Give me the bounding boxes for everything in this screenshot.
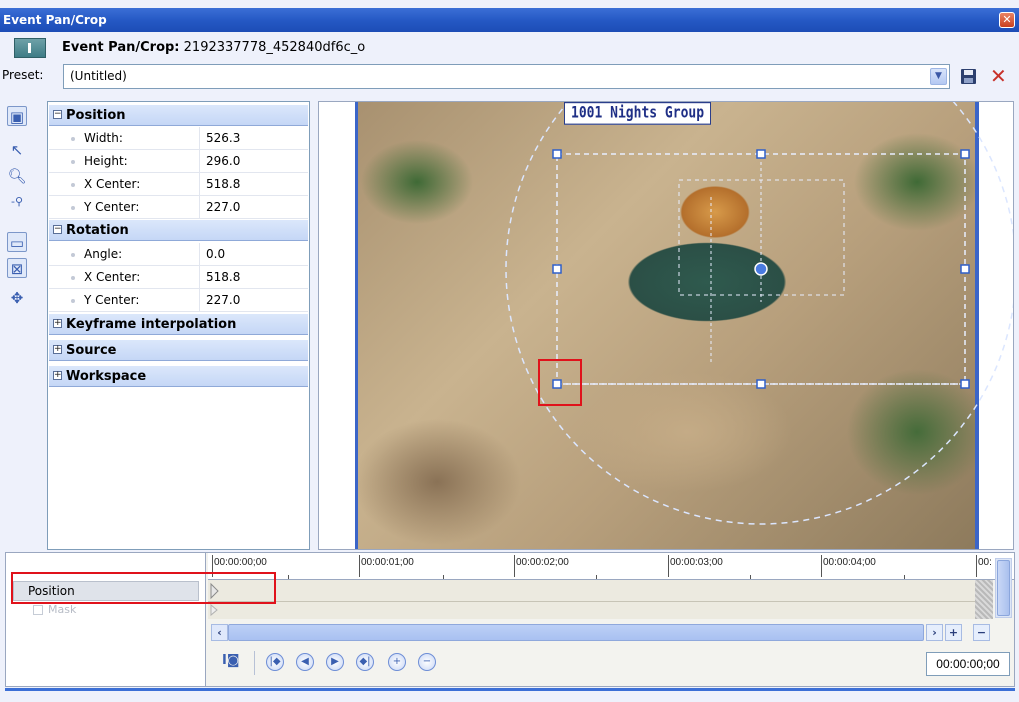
track-mask-label: Mask xyxy=(48,603,77,616)
section-rotation-label: Rotation xyxy=(66,223,129,238)
property-row-width[interactable]: Width: 526.3 xyxy=(49,127,308,150)
expand-icon[interactable]: + xyxy=(53,371,62,380)
first-keyframe-icon[interactable]: |◆ xyxy=(266,653,284,671)
delete-keyframe-icon[interactable]: − xyxy=(418,653,436,671)
collapse-icon[interactable]: − xyxy=(53,225,62,234)
preset-dropdown[interactable]: (Untitled) ▼ xyxy=(63,64,950,89)
property-value[interactable]: 526.3 xyxy=(206,127,240,150)
preview-area[interactable]: 1001 Nights Group xyxy=(318,101,1014,550)
close-button[interactable]: ✕ xyxy=(999,12,1015,28)
event-label-prefix: Event Pan/Crop: xyxy=(62,40,180,55)
normal-edit-tool-icon[interactable]: ▣ xyxy=(7,106,27,126)
section-source[interactable]: + Source xyxy=(49,340,308,361)
property-name: Y Center: xyxy=(84,293,140,307)
section-label: Workspace xyxy=(66,369,147,384)
properties-panel: − Position Width: 526.3 Height: 296.0 X Ce… xyxy=(47,101,310,550)
title-bar: Event Pan/Crop ✕ xyxy=(0,8,1019,32)
ruler-tick-label: 00:00:04;00 xyxy=(821,555,876,577)
event-name: 2192337778_452840df6c_o xyxy=(183,40,366,55)
section-position-label: Position xyxy=(66,108,126,123)
mask-checkbox[interactable] xyxy=(33,605,43,615)
image-caption: 1001 Nights Group xyxy=(564,102,712,125)
property-value[interactable]: 227.0 xyxy=(206,289,240,312)
highlight-box-position-track xyxy=(11,572,276,604)
zoom-out-tool-icon[interactable]: -⚲ xyxy=(7,192,27,212)
zoom-tool-icon[interactable]: 🔍︎ xyxy=(7,166,27,186)
section-rotation[interactable]: − Rotation xyxy=(49,220,308,241)
track-end-region xyxy=(975,580,993,619)
scroll-right-button[interactable]: › xyxy=(926,624,943,641)
prev-keyframe-icon[interactable]: ◀ xyxy=(296,653,314,671)
ruler-tick-label: 00: xyxy=(976,555,992,577)
property-row-y-center[interactable]: Y Center: 227.0 xyxy=(49,196,308,219)
preset-value: (Untitled) xyxy=(70,69,127,83)
section-workspace[interactable]: + Workspace xyxy=(49,366,308,387)
keyframe-timeline: Position Mask 00:00:00;00 00:00:01;00 00… xyxy=(5,552,1015,687)
add-keyframe-icon[interactable]: + xyxy=(388,653,406,671)
position-keyframe-row[interactable] xyxy=(208,580,975,602)
window-bottom-border xyxy=(5,688,1015,691)
crop-overlay[interactable] xyxy=(319,102,1014,550)
ruler-tick-label: 00:00:00;00 xyxy=(212,555,267,577)
expand-icon[interactable]: + xyxy=(53,345,62,354)
fit-frame-icon[interactable]: ▭ xyxy=(7,232,27,252)
center-handle xyxy=(754,262,768,276)
zoom-out-button[interactable]: − xyxy=(973,624,990,641)
move-tool-icon[interactable]: ✥ xyxy=(7,288,27,308)
property-row-angle[interactable]: Angle: 0.0 xyxy=(49,243,308,266)
next-keyframe-icon[interactable]: ▶ xyxy=(326,653,344,671)
property-name: Y Center: xyxy=(84,200,140,214)
ruler-tick-label: 00:00:03;00 xyxy=(668,555,723,577)
ruler-tick-label: 00:00:01;00 xyxy=(359,555,414,577)
mask-keyframe-row[interactable] xyxy=(208,602,975,619)
property-row-rot-y-center[interactable]: Y Center: 227.0 xyxy=(49,289,308,312)
chevron-down-icon[interactable]: ▼ xyxy=(930,68,947,85)
section-label: Keyframe interpolation xyxy=(66,317,237,332)
vertical-scrollbar[interactable] xyxy=(995,558,1012,618)
zoom-in-button[interactable]: + xyxy=(945,624,962,641)
property-name: X Center: xyxy=(84,177,141,191)
expand-icon[interactable]: + xyxy=(53,319,62,328)
event-thumbnail-icon xyxy=(14,38,46,58)
keyframe-marker-icon xyxy=(210,603,218,617)
window-title: Event Pan/Crop xyxy=(3,13,107,27)
property-value[interactable]: 518.8 xyxy=(206,266,240,289)
current-time-display[interactable]: 00:00:00;00 xyxy=(926,652,1010,676)
property-name: Width: xyxy=(84,131,123,145)
sync-cursor-icon[interactable]: I◙ xyxy=(222,653,239,668)
horizontal-scrollbar[interactable] xyxy=(228,624,924,641)
property-value[interactable]: 227.0 xyxy=(206,196,240,219)
ruler-tick-label: 00:00:02;00 xyxy=(514,555,569,577)
last-keyframe-icon[interactable]: ◆| xyxy=(356,653,374,671)
highlight-box-handle xyxy=(538,359,582,406)
collapse-icon[interactable]: − xyxy=(53,110,62,119)
property-name: Angle: xyxy=(84,247,123,261)
section-position[interactable]: − Position xyxy=(49,105,308,126)
save-preset-icon[interactable] xyxy=(960,68,977,85)
time-ruler[interactable]: 00:00:00;00 00:00:01;00 00:00:02;00 00:0… xyxy=(208,553,1014,580)
select-tool-icon[interactable]: ↖ xyxy=(7,140,27,160)
delete-preset-icon[interactable]: ✕ xyxy=(990,64,1007,88)
scroll-thumb[interactable] xyxy=(997,560,1010,616)
timeline-toolbar: I◙ |◆ ◀ ▶ ◆| + − 00:00:00;00 xyxy=(208,645,1014,685)
section-label: Source xyxy=(66,343,117,358)
property-row-x-center[interactable]: X Center: 518.8 xyxy=(49,173,308,196)
section-keyframe-interpolation[interactable]: + Keyframe interpolation xyxy=(49,314,308,335)
track-mask[interactable]: Mask xyxy=(13,602,199,618)
property-value[interactable]: 296.0 xyxy=(206,150,240,173)
property-name: X Center: xyxy=(84,270,141,284)
property-name: Height: xyxy=(84,154,128,168)
event-label: Event Pan/Crop: 2192337778_452840df6c_o xyxy=(62,40,365,55)
property-row-rot-x-center[interactable]: X Center: 518.8 xyxy=(49,266,308,289)
scroll-left-button[interactable]: ‹ xyxy=(211,624,228,641)
property-value[interactable]: 0.0 xyxy=(206,243,225,266)
fit-to-fill-icon[interactable]: ⊠ xyxy=(7,258,27,278)
property-value[interactable]: 518.8 xyxy=(206,173,240,196)
preset-label: Preset: xyxy=(2,68,44,82)
property-row-height[interactable]: Height: 296.0 xyxy=(49,150,308,173)
